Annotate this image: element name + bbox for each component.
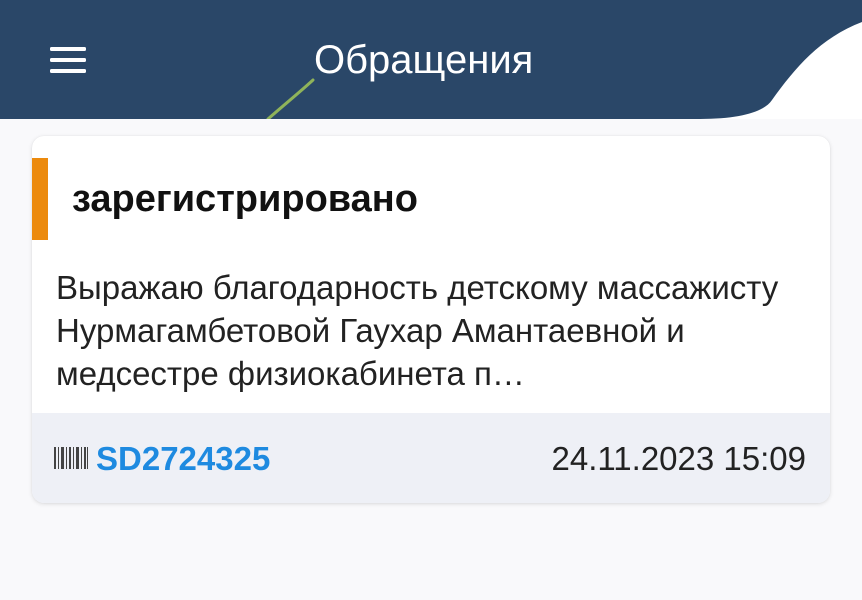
ticket-date: 24.11.2023 15:09 [551,440,806,477]
hamburger-menu-icon [50,47,86,73]
ticket-id-link[interactable]: SD2724325 [96,439,270,479]
ticket-status: зарегистрировано [72,178,418,220]
ticket-description: Выражаю благодарность детскому массажист… [56,269,779,392]
barcode-icon [54,447,88,469]
status-indicator-bar [32,158,48,240]
app-bar: Обращения [0,0,862,119]
menu-button[interactable] [44,38,92,82]
ticket-card[interactable]: зарегистрировано Выражаю благодарность д… [32,136,830,503]
ticket-footer: SD2724325 24.11.2023 15:09 [32,413,830,503]
page-title: Обращения [314,38,534,82]
